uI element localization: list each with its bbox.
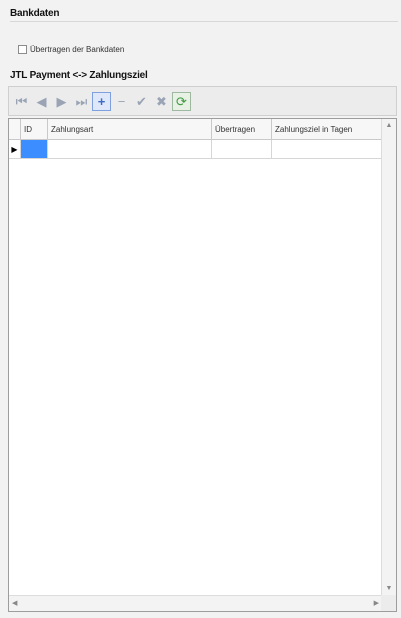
minus-icon: − <box>117 93 126 109</box>
next-record-button[interactable]: ▶ <box>52 92 71 111</box>
cell-uebertragen[interactable] <box>212 140 272 158</box>
scroll-left-icon[interactable]: ◀ <box>12 599 17 607</box>
section-divider <box>10 21 398 22</box>
payment-grid[interactable]: ID Zahlungsart Übertragen Zahlungsziel i… <box>8 118 397 612</box>
vertical-scrollbar[interactable]: ▲ ▼ <box>381 119 396 595</box>
uebertragen-bankdaten-option[interactable]: Übertragen der Bankdaten <box>18 42 124 56</box>
next-record-icon: ▶ <box>56 93 67 109</box>
row-indicator-icon: ▶ <box>9 140 21 158</box>
table-row[interactable]: ▶ <box>9 140 382 159</box>
grid-navigator-toolbar: ⏮ ◀ ▶ ⏭ + − ✔ ✖ ⟳ <box>8 86 397 116</box>
confirm-edit-button[interactable]: ✔ <box>132 92 151 111</box>
add-record-button[interactable]: + <box>92 91 111 111</box>
previous-record-button[interactable]: ◀ <box>32 92 51 111</box>
bankdaten-title: Bankdaten <box>10 8 60 19</box>
first-record-icon: ⏮ <box>15 93 28 109</box>
scroll-down-icon[interactable]: ▼ <box>382 585 396 592</box>
delete-record-button[interactable]: − <box>112 92 131 111</box>
scrollbar-corner <box>381 595 396 611</box>
scroll-up-icon[interactable]: ▲ <box>382 122 396 129</box>
refresh-button[interactable]: ⟳ <box>172 91 191 111</box>
last-record-icon: ⏭ <box>75 93 88 109</box>
cell-zahlungsart[interactable] <box>48 140 212 158</box>
uebertragen-bankdaten-label: Übertragen der Bankdaten <box>30 44 125 54</box>
cancel-edit-button[interactable]: ✖ <box>152 92 171 111</box>
bankdaten-section: Bankdaten Übertragen der Bankdaten <box>4 2 398 68</box>
previous-record-icon: ◀ <box>36 93 47 109</box>
horizontal-scrollbar[interactable]: ◀ ▶ <box>9 595 382 611</box>
column-header-uebertragen[interactable]: Übertragen <box>212 119 272 139</box>
payment-grid-title: JTL Payment <-> Zahlungsziel <box>10 70 148 81</box>
first-record-button[interactable]: ⏮ <box>12 92 31 111</box>
column-header-zahlungsziel[interactable]: Zahlungsziel in Tagen <box>272 119 382 139</box>
column-header-zahlungsart[interactable]: Zahlungsart <box>48 119 212 139</box>
scroll-right-icon[interactable]: ▶ <box>374 599 379 607</box>
row-header-corner <box>9 119 21 139</box>
grid-header: ID Zahlungsart Übertragen Zahlungsziel i… <box>9 119 382 140</box>
cross-icon: ✖ <box>156 93 167 109</box>
uebertragen-bankdaten-checkbox[interactable] <box>18 44 27 54</box>
cell-id[interactable] <box>21 140 48 158</box>
last-record-button[interactable]: ⏭ <box>72 92 91 111</box>
column-header-id[interactable]: ID <box>21 119 48 139</box>
refresh-icon: ⟳ <box>176 93 187 109</box>
cell-zahlungsziel[interactable] <box>272 140 382 158</box>
checkmark-icon: ✔ <box>136 93 147 109</box>
plus-icon: + <box>97 93 106 109</box>
